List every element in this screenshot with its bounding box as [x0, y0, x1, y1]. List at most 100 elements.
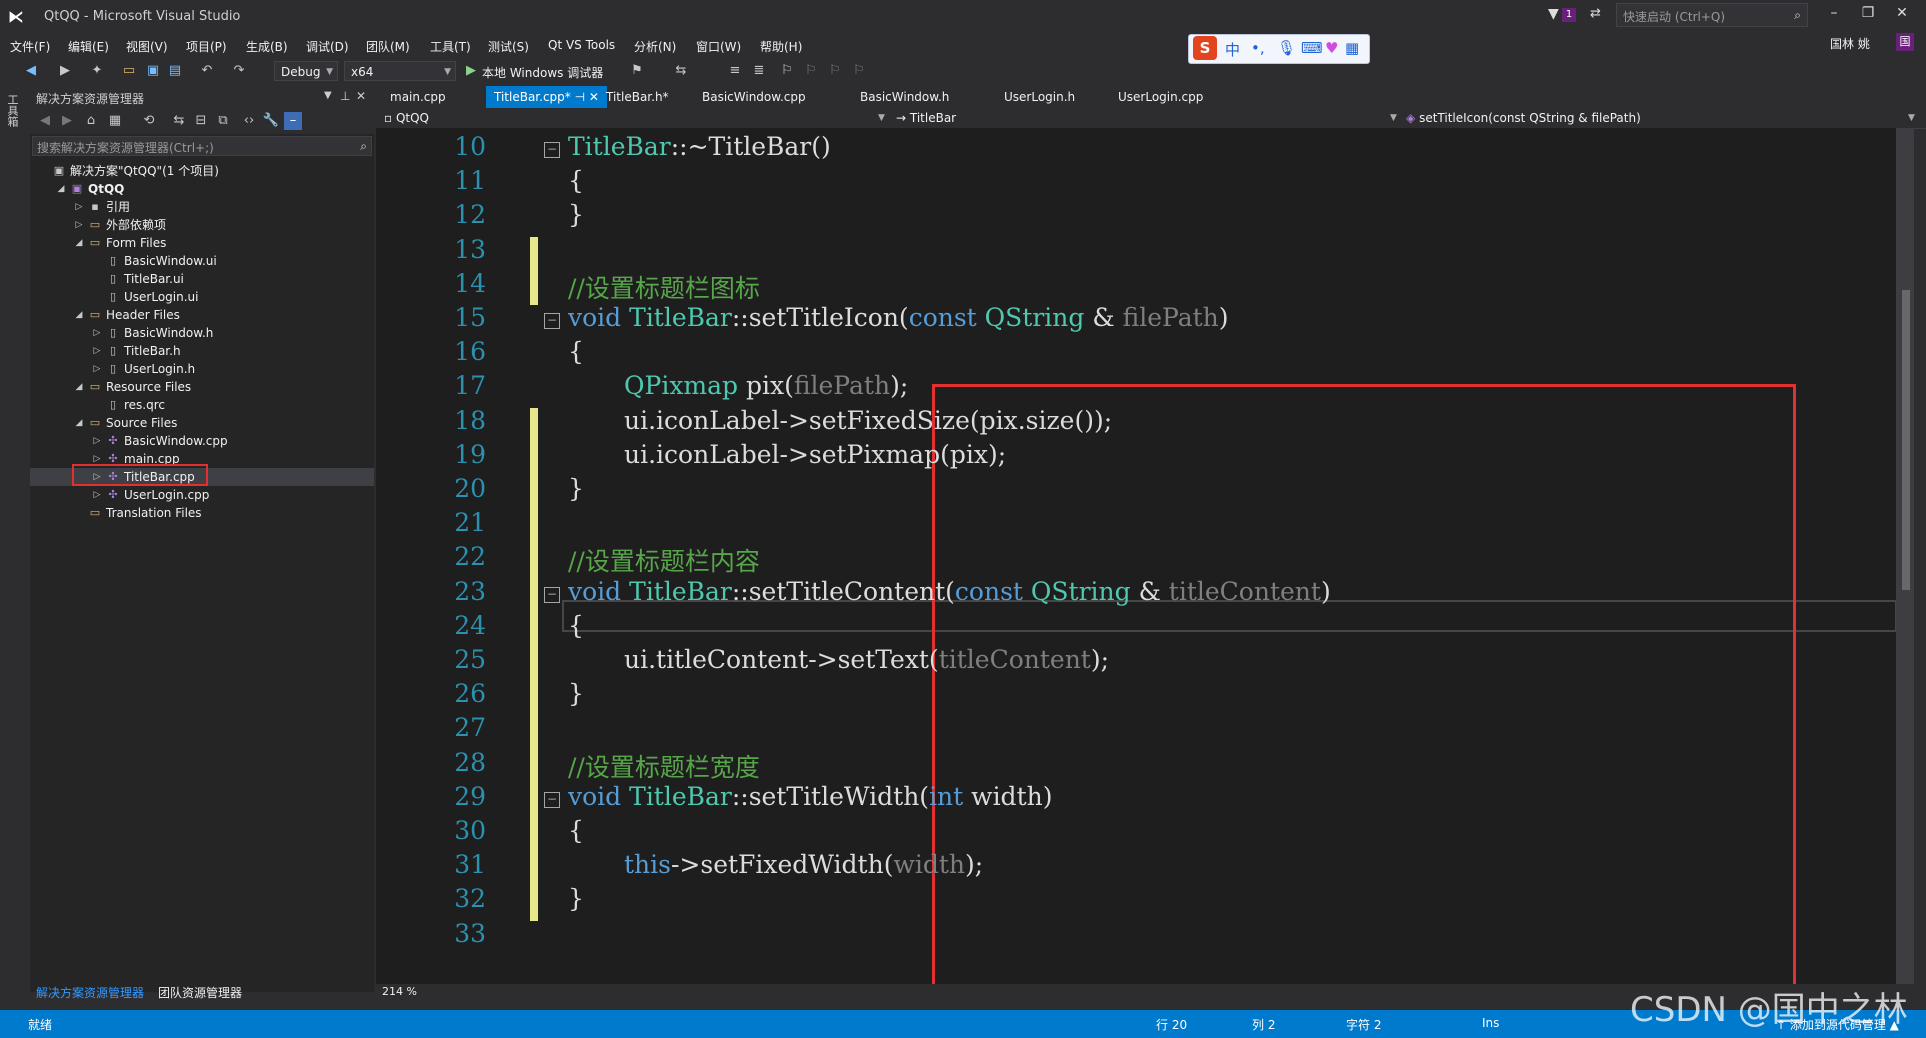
code-line[interactable]: TitleBar::~TitleBar() — [568, 132, 831, 161]
forward-icon[interactable]: ▶ — [58, 112, 76, 130]
tree-item[interactable]: ◢ ▭ Resource Files — [30, 378, 374, 396]
tab-team-explorer[interactable]: 团队资源管理器 — [158, 984, 242, 1001]
expanded-arrow-icon[interactable]: ◢ — [74, 234, 84, 252]
collapse-region-icon[interactable]: − — [544, 313, 560, 329]
member-dropdown[interactable]: ◈ setTitleIcon(const QString & filePath) — [1406, 109, 1641, 127]
menu-analyze[interactable]: 分析(N) — [634, 38, 676, 55]
view-code-icon[interactable]: ‹› — [240, 112, 258, 130]
toolbox-tab[interactable]: 工具箱 — [6, 94, 20, 127]
menu-debug[interactable]: 调试(D) — [306, 38, 349, 55]
user-name[interactable]: 国林 姚 — [1830, 35, 1870, 52]
collapsed-arrow-icon[interactable]: ▷ — [92, 342, 102, 360]
comment-icon[interactable]: ≡ — [726, 62, 744, 80]
tree-item[interactable]: ▷ ▯ UserLogin.h — [30, 360, 374, 378]
open-file-icon[interactable]: ▭ — [120, 62, 138, 80]
menu-file[interactable]: 文件(F) — [10, 38, 50, 55]
expanded-arrow-icon[interactable]: ◢ — [74, 378, 84, 396]
properties-icon[interactable]: 🔧 — [262, 112, 280, 130]
code-line[interactable]: //设置标题栏图标 — [568, 269, 760, 305]
close-icon[interactable]: ✕ — [356, 89, 366, 103]
document-tab[interactable]: main.cpp — [382, 86, 454, 108]
tree-item[interactable]: ◢ ▣ QtQQ — [30, 180, 374, 198]
code-line[interactable]: void TitleBar::setTitleContent(const QSt… — [568, 577, 1331, 606]
scrollbar-thumb[interactable] — [1902, 290, 1910, 590]
keyboard-icon[interactable]: ⌨ — [1301, 39, 1323, 57]
bookmark-icon[interactable]: ⚐ — [778, 62, 796, 80]
project-dropdown[interactable]: ▫ QtQQ — [384, 109, 429, 127]
pending-changes-icon[interactable]: ⟲ — [140, 112, 158, 130]
avatar[interactable]: 国 — [1896, 33, 1914, 51]
document-tab[interactable]: TitleBar.h* — [598, 86, 677, 108]
tree-item[interactable]: ▷ ✣ BasicWindow.cpp — [30, 432, 374, 450]
platform-select[interactable]: x64 ▼ — [344, 61, 456, 81]
code-line[interactable]: //设置标题栏内容 — [568, 542, 760, 578]
start-debugging-button[interactable]: 本地 Windows 调试器 — [482, 64, 603, 81]
close-window-button[interactable]: ✕ — [1888, 5, 1916, 25]
notification-badge[interactable]: 1 — [1562, 8, 1576, 22]
tree-item[interactable]: ▯ UserLogin.ui — [30, 288, 374, 306]
pin-icon[interactable]: ⊥ — [340, 89, 350, 103]
collapse-region-icon[interactable]: − — [544, 142, 560, 158]
tree-item[interactable]: ▣ 解决方案"QtQQ"(1 个项目) — [30, 162, 374, 180]
tree-item[interactable]: ▷ ▯ BasicWindow.h — [30, 324, 374, 342]
tree-item[interactable]: ▷ ▪ 引用 — [30, 198, 374, 216]
sogou-logo-icon[interactable]: S — [1193, 36, 1217, 60]
collapsed-arrow-icon[interactable]: ▷ — [92, 486, 102, 504]
collapsed-arrow-icon[interactable]: ▷ — [92, 324, 102, 342]
microphone-icon[interactable]: 🎙 — [1277, 39, 1296, 57]
configuration-select[interactable]: Debug ▼ — [274, 61, 338, 81]
show-all-files-icon[interactable]: ⧉ — [214, 112, 232, 130]
code-line[interactable]: ui.titleContent->setText(titleContent); — [624, 645, 1109, 674]
menu-test[interactable]: 测试(S) — [488, 38, 529, 55]
code-line[interactable]: { — [568, 337, 584, 366]
menu-project[interactable]: 项目(P) — [186, 38, 227, 55]
code-line[interactable]: { — [568, 611, 584, 640]
tab-solution-explorer[interactable]: 解决方案资源管理器 — [36, 984, 144, 1001]
code-line[interactable]: void TitleBar::setTitleIcon(const QStrin… — [568, 303, 1229, 332]
document-tab[interactable]: UserLogin.cpp — [1110, 86, 1211, 108]
tree-item[interactable]: ▭ Translation Files — [30, 504, 374, 522]
save-all-icon[interactable]: ▤ — [166, 62, 184, 80]
collapse-all-icon[interactable]: ⊟ — [192, 112, 210, 130]
preview-icon[interactable]: – — [284, 112, 302, 130]
menu-help[interactable]: 帮助(H) — [760, 38, 802, 55]
solution-search-input[interactable]: 搜索解决方案资源管理器(Ctrl+;) ⌕ — [32, 136, 372, 156]
panel-menu-icon[interactable]: ▼ — [324, 90, 332, 101]
document-tab[interactable]: BasicWindow.cpp — [694, 86, 814, 108]
code-line[interactable]: { — [568, 166, 584, 195]
step-icon[interactable]: ⇆ — [672, 62, 690, 80]
start-debugging-icon[interactable]: ▶ — [462, 62, 480, 80]
tree-item[interactable]: ▷ ▭ 外部依赖项 — [30, 216, 374, 234]
filter-icon[interactable]: ▼ — [1548, 6, 1559, 22]
back-icon[interactable]: ◀ — [36, 112, 54, 130]
collapse-region-icon[interactable]: − — [544, 791, 560, 808]
tree-item[interactable]: ▷ ✣ UserLogin.cpp — [30, 486, 374, 504]
code-editor[interactable]: 10 TitleBar::~TitleBar() −11{12} 13 14//设置标题… — [376, 128, 1896, 984]
code-line[interactable]: //设置标题栏宽度 — [568, 748, 760, 784]
tree-item[interactable]: ▷ ▯ TitleBar.h — [30, 342, 374, 360]
collapse-region-icon[interactable]: − — [544, 586, 560, 603]
uncomment-icon[interactable]: ≣ — [750, 62, 768, 80]
clear-bookmarks-icon[interactable]: ⚐ — [850, 62, 868, 80]
punctuation-icon[interactable]: •, — [1251, 39, 1265, 57]
tree-item[interactable]: ▯ TitleBar.ui — [30, 270, 374, 288]
scope-dropdown[interactable]: → TitleBar — [896, 109, 956, 127]
menu-tools[interactable]: 工具(T) — [430, 38, 471, 55]
close-tab-icon[interactable]: ⊣ ✕ — [571, 90, 599, 104]
tree-item[interactable]: ▯ res.qrc — [30, 396, 374, 414]
code-line[interactable]: ui.iconLabel->setFixedSize(pix.size()); — [624, 406, 1112, 435]
code-line[interactable]: { — [568, 816, 584, 845]
switch-views-icon[interactable]: ▦ — [106, 112, 124, 130]
code-line[interactable]: } — [568, 679, 584, 708]
back-icon[interactable]: ◀ — [22, 62, 40, 80]
tree-item[interactable]: ▯ BasicWindow.ui — [30, 252, 374, 270]
next-bookmark-icon[interactable]: ⚐ — [826, 62, 844, 80]
document-tab[interactable]: BasicWindow.h — [852, 86, 957, 108]
forward-icon[interactable]: ▶ — [56, 62, 74, 80]
toolbox-icon[interactable]: ▦ — [1345, 39, 1359, 57]
collapsed-arrow-icon[interactable]: ▷ — [74, 198, 84, 216]
new-project-icon[interactable]: ✦ — [88, 62, 106, 80]
undo-icon[interactable]: ↶ — [198, 62, 216, 80]
minimize-button[interactable]: – — [1820, 5, 1848, 25]
code-line[interactable]: } — [568, 200, 584, 229]
